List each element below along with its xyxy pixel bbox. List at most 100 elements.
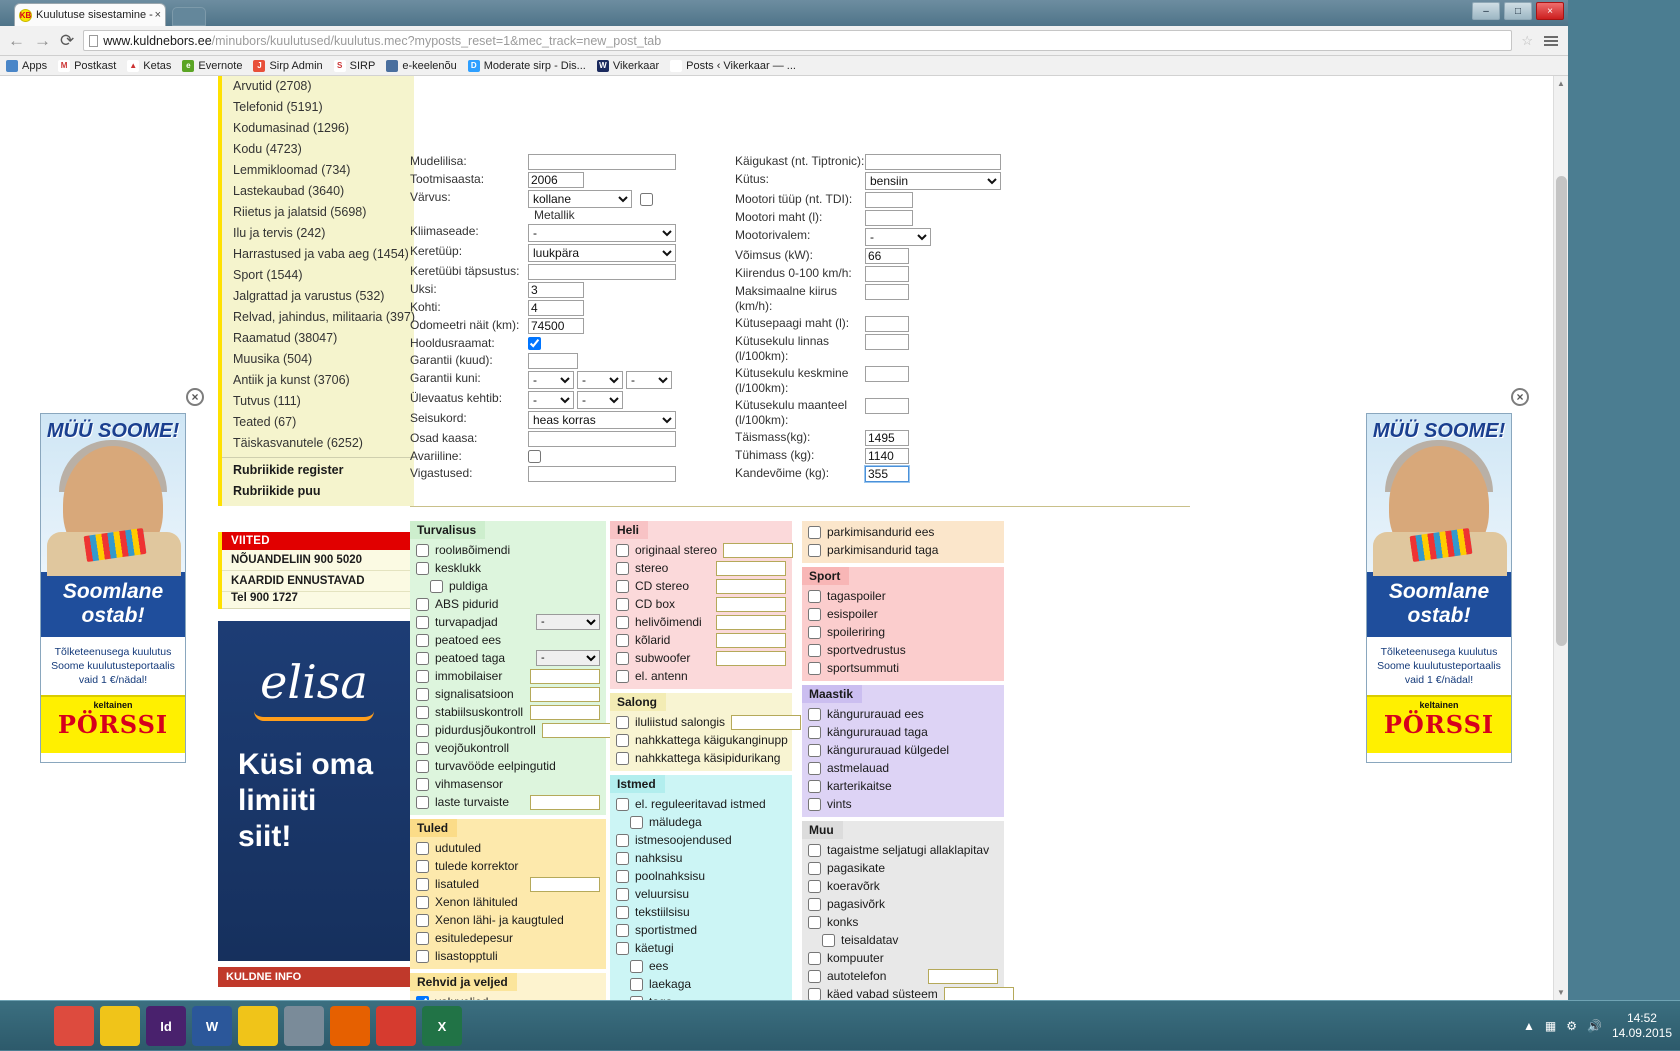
category-link[interactable]: Telefonid (5191) (222, 97, 414, 118)
equipment-checkbox[interactable] (808, 607, 821, 621)
star-app-icon[interactable] (376, 1006, 416, 1046)
bookmark-item[interactable]: e-keelenõu (386, 59, 457, 72)
text-input[interactable] (528, 431, 676, 447)
equipment-text-input[interactable] (716, 596, 786, 612)
category-link[interactable]: Kodu (4723) (222, 139, 414, 160)
category-link[interactable]: Jalgrattad ja varustus (532) (222, 286, 414, 307)
bookmark-item[interactable]: W Vikerkaar (596, 59, 659, 72)
text-input[interactable] (528, 318, 584, 334)
equipment-checkbox[interactable] (616, 669, 629, 683)
equipment-checkbox[interactable] (416, 741, 429, 755)
close-ad-left-icon[interactable]: × (186, 388, 204, 406)
reload-icon[interactable]: ⟳ (60, 32, 74, 49)
equipment-checkbox[interactable] (416, 669, 429, 683)
dropdown[interactable]: - (528, 391, 574, 409)
text-input[interactable] (865, 398, 909, 414)
text-input[interactable] (528, 353, 578, 369)
equipment-checkbox[interactable] (616, 651, 629, 665)
network-icon[interactable]: ⚙ (1566, 1019, 1577, 1033)
new-tab-button[interactable] (172, 7, 206, 26)
equipment-checkbox[interactable] (616, 887, 629, 901)
text-input[interactable] (528, 300, 584, 316)
text-input[interactable] (528, 172, 584, 188)
minimize-button[interactable]: – (1472, 2, 1500, 20)
registry-link[interactable]: Rubriikide register (222, 460, 414, 481)
category-link[interactable]: Relvad, jahindus, militaaria (397) (222, 307, 415, 328)
equipment-text-input[interactable] (716, 632, 786, 648)
explorer2-icon[interactable] (238, 1006, 278, 1046)
excel-icon[interactable]: X (422, 1006, 462, 1046)
equipment-checkbox[interactable] (416, 759, 429, 773)
equipment-checkbox[interactable] (808, 843, 821, 857)
text-input[interactable] (528, 466, 676, 482)
equipment-text-input[interactable] (716, 614, 786, 630)
text-input[interactable] (865, 154, 1001, 170)
equipment-text-input[interactable] (530, 668, 600, 684)
equipment-checkbox[interactable] (808, 951, 821, 965)
equipment-checkbox[interactable] (616, 833, 629, 847)
equipment-checkbox[interactable] (416, 913, 429, 927)
word-icon[interactable]: W (192, 1006, 232, 1046)
equipment-text-input[interactable] (530, 704, 600, 720)
suomi-ad-right[interactable]: MÜÜ SOOME! Soomlane ostab! Tõlketeenusega k… (1366, 413, 1512, 763)
equipment-checkbox[interactable] (416, 561, 429, 575)
taskbar-clock[interactable]: 14:52 14.09.2015 (1612, 1011, 1672, 1041)
text-input[interactable] (528, 154, 676, 170)
equipment-checkbox[interactable] (416, 597, 429, 611)
bookmark-item[interactable]: J Sirp Admin (253, 59, 323, 72)
dropdown[interactable]: - (528, 371, 574, 389)
checkbox[interactable] (528, 450, 541, 464)
text-input[interactable] (864, 465, 910, 483)
equipment-checkbox[interactable] (416, 687, 429, 701)
equipment-checkbox[interactable] (808, 861, 821, 875)
text-input[interactable] (865, 316, 909, 332)
equipment-checkbox[interactable] (616, 941, 629, 955)
metallik-checkbox[interactable] (640, 193, 653, 207)
page-scrollbar[interactable]: ▲ ▼ (1553, 76, 1568, 1000)
equipment-checkbox[interactable] (616, 923, 629, 937)
equipment-checkbox[interactable] (808, 915, 821, 929)
equipment-checkbox[interactable] (808, 589, 821, 603)
equipment-checkbox[interactable] (616, 561, 629, 575)
volume-icon[interactable]: 🔊 (1587, 1019, 1602, 1033)
close-window-button[interactable]: × (1536, 2, 1564, 20)
equipment-checkbox[interactable] (808, 779, 821, 793)
browser-tab[interactable]: KB Kuulutuse sisestamine - K × (14, 3, 166, 26)
text-input[interactable] (865, 366, 909, 382)
scrollbar-thumb[interactable] (1556, 176, 1567, 646)
text-input[interactable] (865, 210, 913, 226)
equipment-checkbox[interactable] (808, 643, 821, 657)
equipment-checkbox[interactable] (616, 633, 629, 647)
equipment-text-input[interactable] (716, 560, 786, 576)
bookmark-star-icon[interactable]: ☆ (1521, 33, 1533, 49)
address-bar[interactable]: www.kuldnebors.ee/minubors/kuulutused/ku… (83, 30, 1513, 51)
equipment-checkbox[interactable] (416, 615, 429, 629)
equipment-checkbox[interactable] (416, 543, 429, 557)
equipment-checkbox[interactable] (808, 797, 821, 811)
indesign-icon[interactable]: Id (146, 1006, 186, 1046)
text-input[interactable] (865, 334, 909, 350)
equipment-checkbox[interactable] (616, 869, 629, 883)
text-input[interactable] (865, 266, 909, 282)
category-link[interactable]: Arvutid (2708) (222, 76, 414, 97)
equipment-checkbox[interactable] (430, 579, 443, 593)
equipment-checkbox[interactable] (416, 877, 429, 891)
equipment-text-input[interactable] (943, 986, 1014, 1000)
equipment-text-input[interactable] (716, 650, 786, 666)
equipment-checkbox[interactable] (416, 931, 429, 945)
equipment-dropdown[interactable]: - (536, 614, 600, 630)
equipment-checkbox[interactable] (616, 715, 629, 729)
text-input[interactable] (865, 430, 909, 446)
dropdown[interactable]: - (865, 228, 931, 246)
equipment-checkbox[interactable] (416, 795, 429, 809)
text-input[interactable] (528, 282, 584, 298)
photos-icon[interactable] (284, 1006, 324, 1046)
close-ad-right-icon[interactable]: × (1511, 388, 1529, 406)
viited-row[interactable]: KAARDID ENNUSTAVAD (222, 571, 414, 592)
equipment-checkbox[interactable] (808, 625, 821, 639)
equipment-checkbox[interactable] (616, 615, 629, 629)
back-icon[interactable]: ← (8, 32, 25, 49)
scroll-down-arrow-icon[interactable]: ▼ (1557, 988, 1565, 997)
windows-icon[interactable]: ▦ (1545, 1019, 1556, 1033)
category-link[interactable]: Muusika (504) (222, 349, 414, 370)
